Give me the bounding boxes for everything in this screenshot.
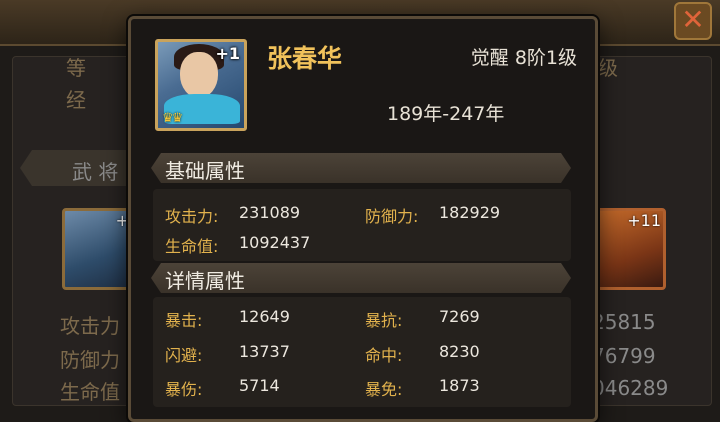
crit-immune-value: 1873 — [439, 376, 480, 395]
crit-resist-label: 暴抗: — [365, 311, 403, 330]
defense-label: 防御力: — [365, 207, 419, 226]
hero-info-popup: +1 ♛♛ 张春华 觉醒 8阶1级 189年-247年 基础属性 攻击力: 23… — [128, 16, 598, 422]
bg-defense-label: 防御力 — [60, 348, 120, 372]
crit-damage-value: 5714 — [239, 376, 280, 395]
crown-icon: ♛♛ — [162, 111, 183, 126]
crit-value: 12649 — [239, 307, 290, 326]
bg-defense-value: 76799 — [592, 344, 656, 368]
bg-label-exp: 经 — [66, 88, 86, 112]
crit-label: 暴击: — [165, 311, 203, 330]
detail-attrs-title: 详情属性 — [165, 269, 245, 293]
basic-attrs-box: 攻击力: 231089 防御力: 182929 生命值: 1092437 — [153, 189, 571, 261]
dodge-value: 13737 — [239, 342, 290, 361]
crit-resist-value: 7269 — [439, 307, 480, 326]
detail-attrs-header: 详情属性 — [151, 263, 571, 293]
hero-years: 189年-247年 — [387, 103, 505, 125]
bg-compare-portrait[interactable]: +11 — [594, 208, 666, 290]
defense-value: 182929 — [439, 203, 501, 222]
hp-label: 生命值: — [165, 237, 219, 256]
bg-section-tab: 武 将 — [72, 160, 119, 184]
crit-immune-label: 暴免: — [365, 380, 403, 399]
bg-portrait-plus: + — [115, 211, 129, 230]
dodge-label: 闪避: — [165, 346, 203, 365]
hit-value: 8230 — [439, 342, 480, 361]
crit-damage-label: 暴伤: — [165, 380, 203, 399]
bg-attack-value: 25815 — [592, 310, 656, 334]
attack-label: 攻击力: — [165, 207, 219, 226]
detail-attrs-box: 暴击: 12649 暴抗: 7269 闪避: 13737 命中: 8230 暴伤… — [153, 297, 571, 407]
bg-portrait-level: +11 — [627, 211, 661, 230]
basic-attrs-header: 基础属性 — [151, 153, 571, 183]
hp-value: 1092437 — [239, 233, 311, 252]
bg-hp-label: 生命值 — [60, 380, 120, 404]
attack-value: 231089 — [239, 203, 301, 222]
bg-label-right: 级 — [598, 56, 618, 80]
bg-hero-portrait[interactable]: + — [62, 208, 134, 290]
close-icon[interactable]: ✕ — [674, 2, 712, 40]
portrait-face — [180, 52, 218, 98]
bg-hp-value: 046289 — [592, 376, 669, 400]
bg-label-level: 等 — [66, 56, 86, 80]
hit-label: 命中: — [365, 346, 403, 365]
awaken-level: 觉醒 8阶1级 — [470, 47, 577, 69]
hero-name: 张春华 — [267, 44, 343, 73]
basic-attrs-title: 基础属性 — [165, 159, 245, 183]
bg-attack-label: 攻击力 — [60, 314, 120, 338]
hero-level-badge: +1 — [215, 44, 240, 63]
hero-portrait: +1 ♛♛ — [155, 39, 247, 131]
